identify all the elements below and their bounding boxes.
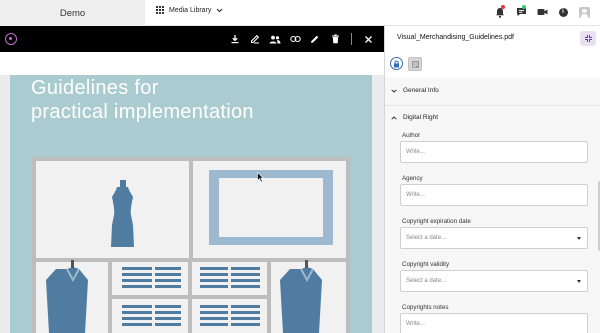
chat-icon[interactable] [515, 5, 527, 19]
app-top-bar: Demo Media Library i [0, 0, 600, 26]
expand-panel-button[interactable] [580, 31, 596, 46]
download-icon[interactable] [229, 32, 241, 46]
section-title: Digital Right [403, 114, 439, 121]
video-call-icon[interactable] [536, 5, 548, 19]
viewer-toolbar [0, 26, 384, 52]
metadata-form: General Info Digital Right Author Write.… [385, 78, 600, 333]
section-general-info[interactable]: General Info [391, 87, 439, 94]
notifications-icon[interactable] [494, 5, 506, 19]
copyrights-notes-field[interactable]: Write... [400, 313, 588, 333]
edit-icon[interactable] [309, 32, 321, 46]
chat-badge [522, 5, 526, 9]
dropdown-caret-icon [577, 236, 581, 240]
asset-details-panel: Visual_Merchandising_Guidelines.pdf Gene… [384, 26, 600, 333]
close-icon[interactable] [362, 32, 374, 46]
info-icon[interactable]: i [557, 5, 569, 19]
copyrights-notes-label: Copyrights notes [402, 304, 449, 311]
date-placeholder: Select a date... [406, 278, 447, 284]
file-name-title: Visual_Merchandising_Guidelines.pdf [397, 34, 515, 41]
viewer-top-margin [0, 52, 384, 75]
agency-field[interactable]: Write... [400, 184, 588, 206]
notification-badge [501, 5, 505, 9]
section-digital-right[interactable]: Digital Right [391, 114, 438, 121]
mouse-cursor-icon [257, 172, 265, 183]
document-viewer[interactable]: Guidelines for practical implementation [0, 75, 384, 333]
media-library-label: Media Library [169, 6, 212, 14]
section-divider [385, 105, 600, 106]
document-page: Guidelines for practical implementation [10, 75, 372, 333]
app-logo-icon [5, 33, 17, 45]
section-title: General Info [403, 87, 439, 94]
delete-icon[interactable] [329, 32, 341, 46]
chevron-down-icon [216, 8, 223, 12]
media-library-menu[interactable]: Media Library [156, 6, 223, 14]
brand-name[interactable]: Demo [0, 0, 145, 26]
apps-grid-icon [156, 6, 164, 14]
collapse-arrows-icon [584, 35, 592, 42]
author-label: Author [402, 132, 421, 139]
user-avatar[interactable] [578, 5, 590, 19]
link-icon[interactable] [289, 32, 301, 46]
document-thumbnail[interactable] [408, 57, 422, 71]
chevron-up-icon [391, 115, 397, 120]
chevron-down-icon [391, 88, 397, 93]
author-field[interactable]: Write... [400, 141, 588, 163]
agency-label: Agency [402, 175, 423, 182]
toolbar-divider [351, 33, 352, 45]
lock-badge-icon[interactable] [390, 57, 403, 70]
date-placeholder: Select a date... [406, 235, 447, 241]
copyright-validity-date-picker[interactable]: Select a date... [400, 270, 588, 292]
copyright-expiration-label: Copyright expiration date [402, 218, 471, 225]
share-users-icon[interactable] [269, 32, 281, 46]
store-display-illustration [32, 157, 350, 333]
copyright-validity-label: Copyright validity [402, 261, 450, 268]
dropdown-caret-icon [577, 279, 581, 283]
copyright-expiration-date-picker[interactable]: Select a date... [400, 227, 588, 249]
annotate-icon[interactable] [249, 32, 261, 46]
